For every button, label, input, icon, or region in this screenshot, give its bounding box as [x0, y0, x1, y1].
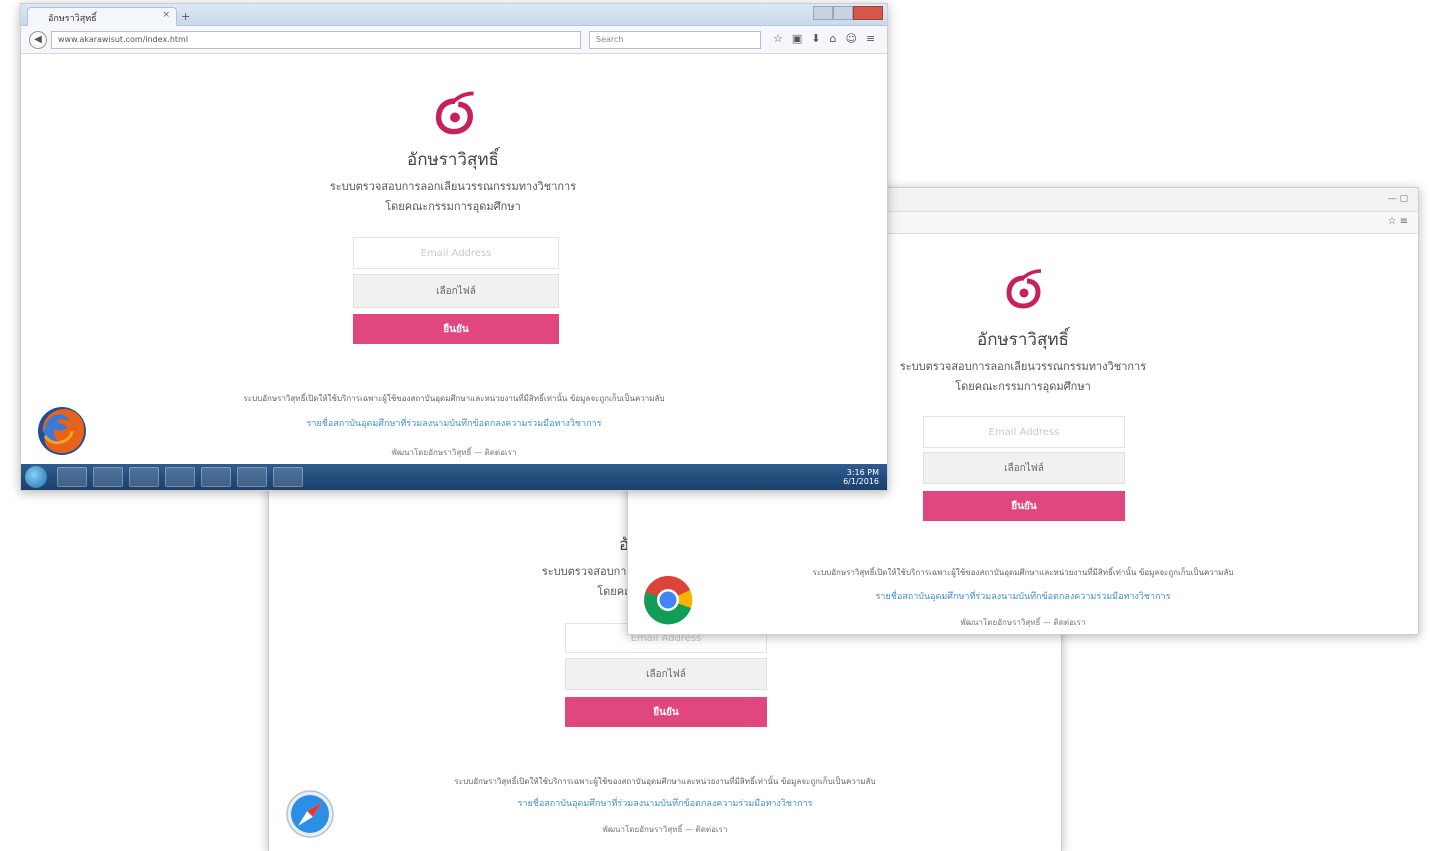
- address-bar[interactable]: www.akarawisut.com/index.html: [51, 31, 581, 49]
- tab-close-icon[interactable]: ×: [162, 10, 170, 20]
- submit-button[interactable]: ยืนยัน: [565, 697, 767, 727]
- clock-time: 3:16 PM: [846, 468, 879, 477]
- brand-title: อักษราวิสุทธิ์: [407, 150, 499, 170]
- settings-icon[interactable]: ☺: [845, 32, 856, 45]
- institutions-link[interactable]: รายชื่อสถาบันอุดมศึกษาที่ร่วมลงนามบันทึก…: [628, 589, 1418, 603]
- maximize-button[interactable]: [833, 6, 853, 20]
- credit-text: พัฒนาโดยอักษราวิสุทธิ์ — ติดต่อเรา: [960, 618, 1086, 627]
- taskbar-clock[interactable]: 3:16 PM 6/1/2016: [843, 468, 879, 486]
- home-icon[interactable]: ⌂: [830, 32, 837, 45]
- akarawisut-logo-icon: [1006, 269, 1042, 309]
- back-button[interactable]: ◀: [29, 31, 47, 49]
- credit-text: พัฒนาโดยอักษราวิสุทธิ์ — ติดต่อเรา: [602, 825, 728, 834]
- star-icon[interactable]: ☆: [773, 32, 783, 45]
- bookmark-icon[interactable]: ▣: [792, 32, 802, 45]
- clock-date: 6/1/2016: [843, 477, 879, 486]
- chrome-menu-icon[interactable]: ☆ ≡: [1387, 216, 1408, 227]
- brand-block: อักษราวิสุทธิ์ ระบบตรวจสอบการลอกเลียนวรร…: [21, 146, 887, 217]
- taskbar-app[interactable]: [273, 467, 303, 487]
- tab-title: อักษราวิสุทธิ์: [48, 14, 97, 24]
- taskbar-app[interactable]: [165, 467, 195, 487]
- subtitle-line1: ระบบตรวจสอบการลอกเลียนวรรณกรรมทางวิชาการ: [329, 180, 577, 193]
- firefox-navbar: ◀ www.akarawisut.com/index.html Search ☆…: [21, 26, 887, 54]
- close-button[interactable]: [853, 6, 883, 20]
- credit-text: พัฒนาโดยอักษราวิสุทธิ์ — ติดต่อเรา: [391, 448, 517, 457]
- firefox-tabbar: อักษราวิสุทธิ์ × +: [21, 4, 887, 26]
- submit-button[interactable]: ยืนยัน: [353, 314, 559, 344]
- notice-text: ระบบอักษราวิสุทธิ์เปิดให้ใช้บริการเฉพาะผ…: [454, 777, 876, 786]
- taskbar-app[interactable]: [237, 467, 267, 487]
- institutions-link[interactable]: รายชื่อสถาบันอุดมศึกษาที่ร่วมลงนามบันทึก…: [21, 416, 887, 430]
- submit-button[interactable]: ยืนยัน: [923, 491, 1125, 521]
- browser-tab[interactable]: อักษราวิสุทธิ์ ×: [27, 7, 177, 26]
- taskbar-app[interactable]: [93, 467, 123, 487]
- choose-file-button[interactable]: เลือกไฟล์: [353, 274, 559, 308]
- start-button[interactable]: [25, 466, 47, 488]
- choose-file-button[interactable]: เลือกไฟล์: [923, 452, 1125, 484]
- chrome-icon: [644, 575, 693, 625]
- download-icon[interactable]: ⬇: [811, 32, 820, 45]
- firefox-window: อักษราวิสุทธิ์ × + ◀ www.akarawisut.com/…: [20, 3, 888, 491]
- menu-icon[interactable]: ≡: [866, 32, 875, 45]
- minimize-button[interactable]: [813, 6, 833, 20]
- new-tab-button[interactable]: +: [181, 10, 190, 23]
- window-controls[interactable]: — ▢: [1388, 194, 1408, 204]
- toolbar-icons: ☆ ▣ ⬇ ⌂ ☺ ≡: [773, 32, 875, 45]
- firefox-icon: [38, 407, 86, 455]
- notice-text: ระบบอักษราวิสุทธิ์เปิดให้ใช้บริการเฉพาะผ…: [812, 568, 1234, 577]
- akarawisut-logo-icon: [435, 91, 474, 135]
- taskbar-app[interactable]: [57, 467, 87, 487]
- taskbar-apps: [57, 467, 303, 487]
- search-input[interactable]: Search: [589, 31, 761, 49]
- notice-text: ระบบอักษราวิสุทธิ์เปิดให้ใช้บริการเฉพาะผ…: [243, 394, 665, 403]
- institutions-link[interactable]: รายชื่อสถาบันอุดมศึกษาที่ร่วมลงนามบันทึก…: [269, 796, 1061, 810]
- taskbar-app[interactable]: [201, 467, 231, 487]
- taskbar-app[interactable]: [129, 467, 159, 487]
- email-field[interactable]: Email Address: [353, 237, 559, 269]
- email-field[interactable]: Email Address: [923, 416, 1125, 448]
- window-controls[interactable]: [813, 6, 883, 20]
- choose-file-button[interactable]: เลือกไฟล์: [565, 658, 767, 690]
- safari-icon: [286, 790, 334, 838]
- windows-taskbar: 3:16 PM 6/1/2016: [21, 464, 887, 490]
- subtitle-line2: โดยคณะกรรมการอุดมศึกษา: [385, 200, 521, 213]
